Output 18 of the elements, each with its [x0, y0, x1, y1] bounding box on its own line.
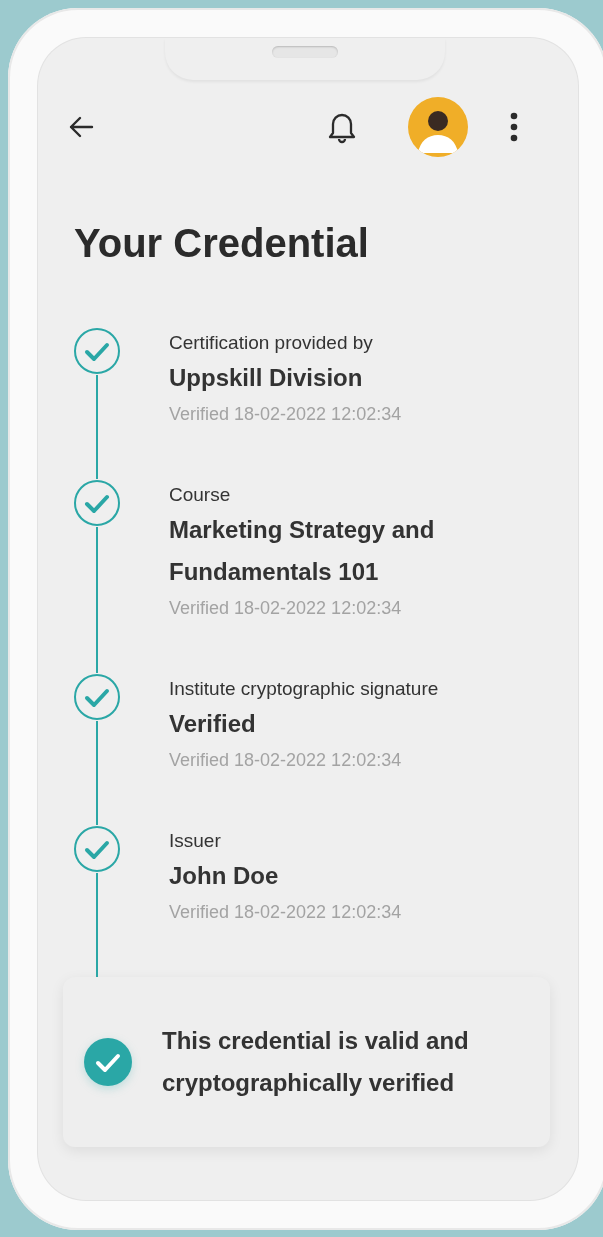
step-value: Uppskill Division: [169, 363, 364, 393]
verified-timestamp: Verified 18-02-2022 12:02:34: [169, 403, 403, 426]
step-value: John Doe: [169, 861, 280, 891]
verified-timestamp: Verified 18-02-2022 12:02:34: [169, 749, 403, 772]
step-label: Certification provided by: [169, 331, 374, 355]
verified-timestamp: Verified 18-02-2022 12:02:34: [169, 901, 403, 924]
page-title: Your Credential: [74, 220, 370, 267]
status-message: This credential is valid and cryptographically verified: [162, 1026, 470, 1098]
avatar[interactable]: [408, 97, 468, 157]
verified-timestamp: Verified 18-02-2022 12:02:34: [169, 597, 403, 620]
step-value: Marketing Strategy and Fundamentals 101: [169, 515, 436, 587]
step-label: Course: [169, 483, 232, 507]
step-label: Issuer: [169, 829, 222, 853]
step-label: Institute cryptographic signature: [169, 677, 440, 701]
back-button[interactable]: [68, 116, 94, 138]
speaker-grille: [272, 46, 338, 58]
more-options-button[interactable]: [510, 112, 518, 142]
step-value: Verified: [169, 709, 257, 739]
